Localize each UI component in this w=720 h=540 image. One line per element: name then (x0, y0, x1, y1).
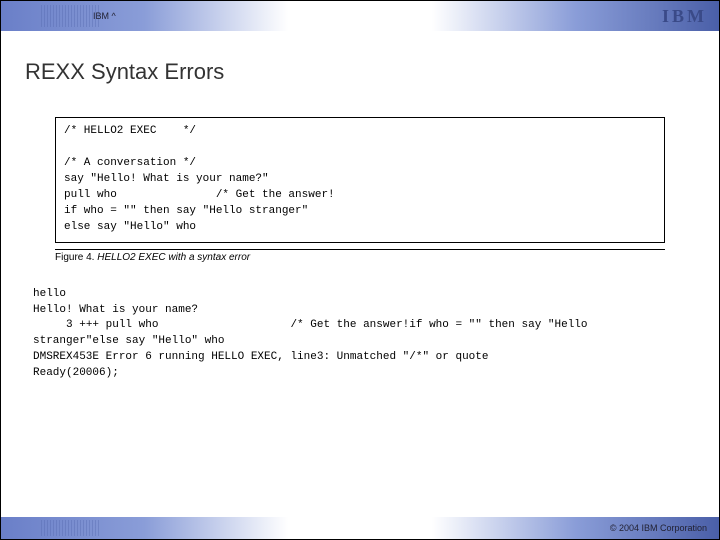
output-line: 3 +++ pull who /* Get the answer!if who … (33, 319, 588, 331)
code-line: /* A conversation */ (64, 157, 196, 169)
copyright-text: © 2004 IBM Corporation (610, 523, 707, 533)
slide: IBM ^ IBM REXX Syntax Errors /* HELLO2 E… (0, 0, 720, 540)
output-line: DMSREX453E Error 6 running HELLO EXEC, l… (33, 351, 488, 363)
output-line: stranger"else say "Hello" who (33, 335, 224, 347)
header-bar: IBM ^ IBM (1, 1, 719, 31)
footer-bar: © 2004 IBM Corporation (1, 517, 719, 539)
output-line: Ready(20006); (33, 367, 119, 379)
output-line: hello (33, 288, 66, 300)
figure-label: Figure 4. (55, 252, 94, 263)
figure-caption: Figure 4. HELLO2 EXEC with a syntax erro… (55, 249, 665, 263)
ibm-logo: IBM (662, 6, 707, 27)
terminal-output: hello Hello! What is your name? 3 +++ pu… (33, 287, 687, 383)
slide-body: REXX Syntax Errors /* HELLO2 EXEC */ /* … (1, 31, 719, 517)
code-line: else say "Hello" who (64, 221, 196, 233)
code-listing: /* HELLO2 EXEC */ /* A conversation */ s… (55, 117, 665, 243)
slide-title: REXX Syntax Errors (25, 59, 695, 85)
figure-text: HELLO2 EXEC with a syntax error (97, 252, 250, 263)
header-brand-text: IBM ^ (13, 11, 116, 21)
code-line: say "Hello! What is your name?" (64, 173, 269, 185)
code-line: pull who /* Get the answer! (64, 189, 335, 201)
code-line: if who = "" then say "Hello stranger" (64, 205, 308, 217)
output-line: Hello! What is your name? (33, 304, 198, 316)
code-line: /* HELLO2 EXEC */ (64, 125, 196, 137)
